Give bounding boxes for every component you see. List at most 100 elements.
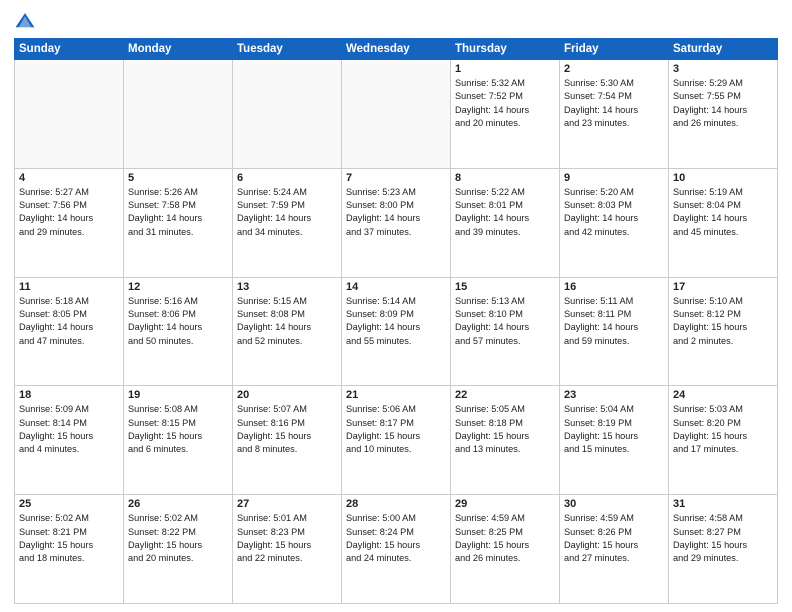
calendar-cell: 2Sunrise: 5:30 AM Sunset: 7:54 PM Daylig… xyxy=(560,60,669,169)
day-info: Sunrise: 5:27 AM Sunset: 7:56 PM Dayligh… xyxy=(19,186,119,239)
day-number: 24 xyxy=(673,389,773,401)
calendar-cell: 15 Sunrise: 5:13 AM Sunset: 8:10 PM Dayli… xyxy=(451,277,560,386)
day-info: Sunrise: 5:16 AM Sunset: 8:06 PM Dayligh… xyxy=(128,295,228,348)
calendar-cell: 7 Sunrise: 5:23 AM Sunset: 8:00 PM Daylig… xyxy=(342,168,451,277)
calendar-cell: 11 Sunrise: 5:18 AM Sunset: 8:05 PM Dayli… xyxy=(15,277,124,386)
day-info: Sunrise: 4:59 AM Sunset: 8:26 PM Dayligh… xyxy=(564,512,664,565)
day-number: 11 xyxy=(19,281,119,293)
header xyxy=(14,10,778,32)
calendar-cell: 19 Sunrise: 5:08 AM Sunset: 8:15 PM Dayli… xyxy=(124,386,233,495)
day-info: Sunrise: 5:13 AM Sunset: 8:10 PM Dayligh… xyxy=(455,295,555,348)
calendar-cell: 31 Sunrise: 4:58 AM Sunset: 8:27 PM Dayli… xyxy=(669,495,778,604)
day-number: 23 xyxy=(564,389,664,401)
day-info: Sunrise: 5:32 AM Sunset: 7:52 PM Dayligh… xyxy=(455,77,555,130)
day-number: 26 xyxy=(128,498,228,510)
calendar-cell xyxy=(124,60,233,169)
day-number: 22 xyxy=(455,389,555,401)
calendar-cell: 9 Sunrise: 5:20 AM Sunset: 8:03 PM Daylig… xyxy=(560,168,669,277)
calendar-cell: 23 Sunrise: 5:04 AM Sunset: 8:19 PM Dayli… xyxy=(560,386,669,495)
week-row-4: 18 Sunrise: 5:09 AM Sunset: 8:14 PM Dayli… xyxy=(15,386,778,495)
day-number: 1 xyxy=(455,63,555,75)
calendar-cell: 12 Sunrise: 5:16 AM Sunset: 8:06 PM Dayli… xyxy=(124,277,233,386)
calendar-cell xyxy=(15,60,124,169)
day-number: 15 xyxy=(455,281,555,293)
day-info: Sunrise: 5:04 AM Sunset: 8:19 PM Dayligh… xyxy=(564,403,664,456)
calendar-cell: 26 Sunrise: 5:02 AM Sunset: 8:22 PM Dayli… xyxy=(124,495,233,604)
day-info: Sunrise: 4:59 AM Sunset: 8:25 PM Dayligh… xyxy=(455,512,555,565)
day-number: 9 xyxy=(564,172,664,184)
weekday-header-row: SundayMondayTuesdayWednesdayThursdayFrid… xyxy=(15,39,778,60)
calendar-cell: 1 Sunrise: 5:32 AM Sunset: 7:52 PM Daylig… xyxy=(451,60,560,169)
calendar-cell: 10Sunrise: 5:19 AM Sunset: 8:04 PM Dayli… xyxy=(669,168,778,277)
calendar-cell: 24 Sunrise: 5:03 AM Sunset: 8:20 PM Dayli… xyxy=(669,386,778,495)
day-number: 28 xyxy=(346,498,446,510)
day-number: 2 xyxy=(564,63,664,75)
calendar-cell xyxy=(342,60,451,169)
calendar-cell: 8 Sunrise: 5:22 AM Sunset: 8:01 PM Daylig… xyxy=(451,168,560,277)
calendar-cell: 27Sunrise: 5:01 AM Sunset: 8:23 PM Dayli… xyxy=(233,495,342,604)
day-info: Sunrise: 5:02 AM Sunset: 8:22 PM Dayligh… xyxy=(128,512,228,565)
weekday-header-saturday: Saturday xyxy=(669,39,778,60)
day-info: Sunrise: 5:23 AM Sunset: 8:00 PM Dayligh… xyxy=(346,186,446,239)
day-info: Sunrise: 5:20 AM Sunset: 8:03 PM Dayligh… xyxy=(564,186,664,239)
calendar-cell: 30 Sunrise: 4:59 AM Sunset: 8:26 PM Dayli… xyxy=(560,495,669,604)
week-row-2: 4 Sunrise: 5:27 AM Sunset: 7:56 PM Daylig… xyxy=(15,168,778,277)
calendar: SundayMondayTuesdayWednesdayThursdayFrid… xyxy=(14,38,778,604)
weekday-header-wednesday: Wednesday xyxy=(342,39,451,60)
day-info: Sunrise: 5:10 AM Sunset: 8:12 PM Dayligh… xyxy=(673,295,773,348)
day-info: Sunrise: 4:58 AM Sunset: 8:27 PM Dayligh… xyxy=(673,512,773,565)
day-info: Sunrise: 5:11 AM Sunset: 8:11 PM Dayligh… xyxy=(564,295,664,348)
day-number: 21 xyxy=(346,389,446,401)
week-row-1: 1 Sunrise: 5:32 AM Sunset: 7:52 PM Daylig… xyxy=(15,60,778,169)
day-info: Sunrise: 5:29 AM Sunset: 7:55 PM Dayligh… xyxy=(673,77,773,130)
day-number: 19 xyxy=(128,389,228,401)
day-info: Sunrise: 5:02 AM Sunset: 8:21 PM Dayligh… xyxy=(19,512,119,565)
page: SundayMondayTuesdayWednesdayThursdayFrid… xyxy=(0,0,792,612)
calendar-cell: 6 Sunrise: 5:24 AM Sunset: 7:59 PM Daylig… xyxy=(233,168,342,277)
calendar-cell: 13Sunrise: 5:15 AM Sunset: 8:08 PM Dayli… xyxy=(233,277,342,386)
day-number: 31 xyxy=(673,498,773,510)
day-number: 6 xyxy=(237,172,337,184)
day-info: Sunrise: 5:24 AM Sunset: 7:59 PM Dayligh… xyxy=(237,186,337,239)
weekday-header-thursday: Thursday xyxy=(451,39,560,60)
calendar-cell: 20Sunrise: 5:07 AM Sunset: 8:16 PM Dayli… xyxy=(233,386,342,495)
calendar-cell: 5 Sunrise: 5:26 AM Sunset: 7:58 PM Daylig… xyxy=(124,168,233,277)
day-number: 30 xyxy=(564,498,664,510)
day-number: 4 xyxy=(19,172,119,184)
calendar-cell: 16Sunrise: 5:11 AM Sunset: 8:11 PM Dayli… xyxy=(560,277,669,386)
day-number: 10 xyxy=(673,172,773,184)
calendar-cell: 4 Sunrise: 5:27 AM Sunset: 7:56 PM Daylig… xyxy=(15,168,124,277)
calendar-cell: 28Sunrise: 5:00 AM Sunset: 8:24 PM Dayli… xyxy=(342,495,451,604)
calendar-cell: 29 Sunrise: 4:59 AM Sunset: 8:25 PM Dayli… xyxy=(451,495,560,604)
day-info: Sunrise: 5:14 AM Sunset: 8:09 PM Dayligh… xyxy=(346,295,446,348)
day-info: Sunrise: 5:06 AM Sunset: 8:17 PM Dayligh… xyxy=(346,403,446,456)
day-info: Sunrise: 5:07 AM Sunset: 8:16 PM Dayligh… xyxy=(237,403,337,456)
calendar-cell: 17Sunrise: 5:10 AM Sunset: 8:12 PM Dayli… xyxy=(669,277,778,386)
day-info: Sunrise: 5:05 AM Sunset: 8:18 PM Dayligh… xyxy=(455,403,555,456)
weekday-header-sunday: Sunday xyxy=(15,39,124,60)
day-info: Sunrise: 5:18 AM Sunset: 8:05 PM Dayligh… xyxy=(19,295,119,348)
week-row-3: 11 Sunrise: 5:18 AM Sunset: 8:05 PM Dayli… xyxy=(15,277,778,386)
week-row-5: 25 Sunrise: 5:02 AM Sunset: 8:21 PM Dayli… xyxy=(15,495,778,604)
day-number: 18 xyxy=(19,389,119,401)
day-info: Sunrise: 5:09 AM Sunset: 8:14 PM Dayligh… xyxy=(19,403,119,456)
day-number: 7 xyxy=(346,172,446,184)
day-number: 29 xyxy=(455,498,555,510)
day-info: Sunrise: 5:22 AM Sunset: 8:01 PM Dayligh… xyxy=(455,186,555,239)
weekday-header-friday: Friday xyxy=(560,39,669,60)
day-info: Sunrise: 5:03 AM Sunset: 8:20 PM Dayligh… xyxy=(673,403,773,456)
day-info: Sunrise: 5:15 AM Sunset: 8:08 PM Dayligh… xyxy=(237,295,337,348)
calendar-cell: 18 Sunrise: 5:09 AM Sunset: 8:14 PM Dayli… xyxy=(15,386,124,495)
day-number: 5 xyxy=(128,172,228,184)
day-number: 25 xyxy=(19,498,119,510)
day-number: 8 xyxy=(455,172,555,184)
day-info: Sunrise: 5:26 AM Sunset: 7:58 PM Dayligh… xyxy=(128,186,228,239)
logo xyxy=(14,10,40,32)
weekday-header-monday: Monday xyxy=(124,39,233,60)
day-number: 3 xyxy=(673,63,773,75)
weekday-header-tuesday: Tuesday xyxy=(233,39,342,60)
calendar-cell: 3 Sunrise: 5:29 AM Sunset: 7:55 PM Daylig… xyxy=(669,60,778,169)
day-number: 14 xyxy=(346,281,446,293)
day-number: 12 xyxy=(128,281,228,293)
day-info: Sunrise: 5:08 AM Sunset: 8:15 PM Dayligh… xyxy=(128,403,228,456)
